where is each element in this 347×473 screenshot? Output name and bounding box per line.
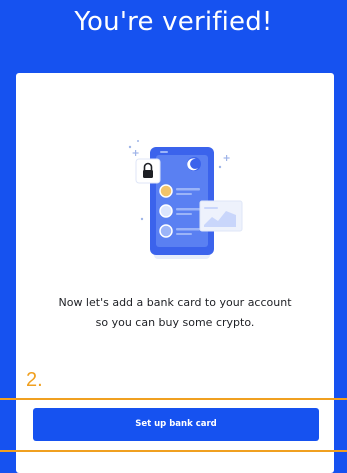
highlight-line-top [0,398,347,400]
phone-with-lock-and-moon-icon [128,140,243,259]
highlight-line-bottom [0,450,347,452]
phone-illustration [116,133,246,273]
message-line-1: Now let's add a bank card to your accoun… [58,296,292,309]
message-line-2: so you can buy some crypto. [95,316,255,329]
step-annotation-label: 2. [26,369,43,391]
card-message: Now let's add a bank card to your accoun… [16,293,334,333]
page-title: You're verified! [74,7,273,37]
set-up-bank-card-button[interactable]: Set up bank card [33,408,319,441]
